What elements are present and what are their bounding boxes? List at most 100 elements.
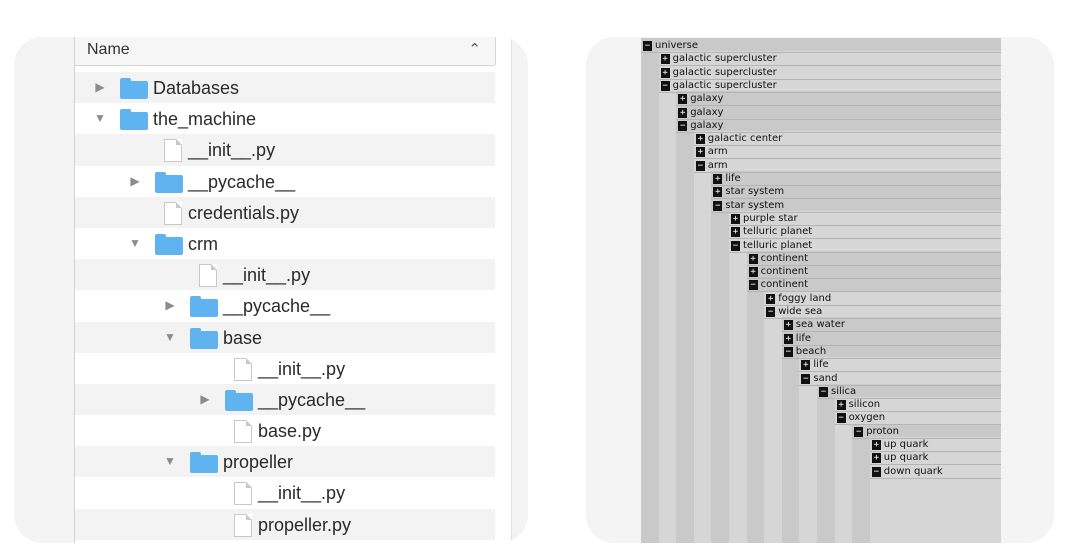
tree-node[interactable]: − down quark (871, 466, 943, 479)
collapse-icon[interactable]: − (766, 307, 776, 317)
collapse-icon[interactable]: − (783, 346, 793, 357)
collapse-icon[interactable]: − (836, 413, 846, 424)
collapse-icon[interactable]: − (695, 160, 705, 171)
disclosure-expanded-icon[interactable]: ▼ (163, 454, 177, 468)
collapse-icon[interactable]: − (819, 386, 828, 397)
tree-node[interactable]: − telluric planet (731, 240, 812, 253)
tree-node[interactable]: + sea water (783, 319, 845, 332)
tree-node[interactable]: + arm (695, 146, 728, 159)
tree-node[interactable]: + up quark (871, 439, 928, 452)
expand-icon[interactable]: + (713, 187, 723, 198)
folder-row[interactable]: ▼ propeller (75, 446, 495, 478)
tree-node[interactable]: − silica (819, 386, 856, 399)
expand-icon[interactable]: + (766, 293, 776, 304)
tree-node[interactable]: + life (713, 173, 741, 186)
expand-icon[interactable]: + (836, 400, 846, 411)
expand-icon[interactable]: + (783, 333, 793, 344)
chevron-up-icon[interactable]: ⌃ (468, 40, 481, 58)
tree-node-label: wide sea (778, 306, 823, 317)
file-row[interactable]: __init__.py (75, 134, 495, 166)
file-icon (234, 513, 252, 537)
expand-icon[interactable]: + (783, 320, 793, 331)
tree-node[interactable]: + galaxy (678, 107, 723, 120)
expand-icon[interactable]: + (801, 360, 811, 371)
tree-node[interactable]: + life (801, 359, 829, 372)
collapse-icon[interactable]: − (731, 240, 740, 251)
tree-node[interactable]: − beach (783, 346, 826, 359)
disclosure-expanded-icon[interactable]: ▼ (93, 111, 107, 125)
expand-icon[interactable]: + (678, 107, 688, 118)
tree-node-label: life (813, 359, 829, 371)
expand-icon[interactable]: + (660, 54, 670, 65)
tree-node[interactable]: + life (783, 333, 811, 346)
tree-node[interactable]: + up quark (871, 452, 928, 465)
tree-node[interactable]: + silicon (836, 399, 880, 412)
tree-node[interactable]: + purple star (731, 213, 798, 226)
folder-row[interactable]: ▼ crm (75, 228, 495, 259)
tree-node[interactable]: + galactic center (695, 133, 782, 146)
collapse-icon[interactable]: − (801, 373, 811, 384)
tree-node[interactable]: − wide sea (766, 306, 822, 319)
tree-node[interactable]: − star system (713, 200, 784, 213)
file-row[interactable]: __init__.py (75, 477, 495, 508)
expand-icon[interactable]: + (678, 94, 688, 105)
expand-icon[interactable]: + (660, 67, 670, 78)
file-row[interactable]: propeller.py (75, 508, 495, 540)
disclosure-expanded-icon[interactable]: ▼ (128, 236, 142, 250)
tree-node[interactable]: + galactic supercluster (660, 53, 777, 66)
disclosure-collapsed-icon[interactable]: ▶ (128, 174, 142, 188)
folder-row[interactable]: ▶ __pycache__ (75, 166, 495, 197)
collapse-icon[interactable]: − (678, 120, 688, 131)
disclosure-collapsed-icon[interactable]: ▶ (198, 392, 212, 406)
expand-icon[interactable]: + (748, 267, 758, 278)
item-name: __pycache__ (258, 389, 366, 410)
expand-icon[interactable]: + (695, 134, 705, 145)
expand-icon[interactable]: + (731, 213, 740, 224)
expand-icon[interactable]: + (871, 453, 881, 464)
tree-node[interactable]: − galactic supercluster (660, 80, 777, 93)
collapse-icon[interactable]: − (713, 200, 723, 211)
folder-row[interactable]: ▼ base (75, 321, 495, 353)
folder-row[interactable]: ▼ the_machine (75, 103, 495, 134)
folder-icon (120, 78, 148, 99)
folder-row[interactable]: ▶ __pycache__ (75, 290, 495, 321)
file-row[interactable]: __init__.py (75, 353, 495, 384)
tree-node[interactable]: − sand (801, 373, 837, 386)
file-row[interactable]: base.py (75, 415, 495, 446)
folder-row[interactable]: ▶ __pycache__ (75, 383, 495, 416)
disclosure-collapsed-icon[interactable]: ▶ (93, 80, 107, 94)
folder-row[interactable]: ▶ Databases (75, 72, 495, 104)
tree-node[interactable]: + star system (713, 186, 784, 199)
tree-node[interactable]: − continent (748, 279, 808, 292)
collapse-icon[interactable]: − (643, 41, 652, 51)
expand-icon[interactable]: + (713, 174, 723, 184)
tree-node[interactable]: + galactic supercluster (660, 67, 777, 80)
item-name: propeller.py (258, 514, 352, 535)
tree-node[interactable]: + continent (748, 253, 808, 266)
folder-icon (190, 452, 218, 474)
tree-node-label: galaxy (690, 119, 724, 131)
name-column-header[interactable]: Name ⌃ (75, 37, 495, 66)
tree-node[interactable]: − universe (643, 40, 698, 53)
collapse-icon[interactable]: − (748, 280, 758, 291)
file-row[interactable]: credentials.py (75, 196, 495, 228)
file-row[interactable]: __init__.py (75, 259, 495, 291)
expand-icon[interactable]: + (748, 253, 758, 264)
collapse-icon[interactable]: − (871, 466, 881, 477)
tree-node-label: galaxy (690, 93, 724, 105)
tree-node[interactable]: − arm (695, 160, 728, 173)
expand-icon[interactable]: + (695, 147, 705, 158)
tree-node[interactable]: − galaxy (678, 120, 723, 133)
tree-node[interactable]: − proton (854, 426, 899, 439)
collapse-icon[interactable]: − (660, 80, 670, 91)
tree-node[interactable]: + foggy land (766, 293, 831, 306)
tree-node[interactable]: + galaxy (678, 93, 723, 106)
disclosure-expanded-icon[interactable]: ▼ (163, 330, 177, 344)
tree-node[interactable]: + continent (748, 266, 808, 279)
tree-node[interactable]: − oxygen (836, 412, 885, 425)
expand-icon[interactable]: + (871, 440, 881, 450)
tree-node[interactable]: + telluric planet (731, 226, 812, 239)
expand-icon[interactable]: + (731, 227, 740, 238)
disclosure-collapsed-icon[interactable]: ▶ (163, 298, 177, 312)
collapse-icon[interactable]: − (854, 426, 864, 437)
